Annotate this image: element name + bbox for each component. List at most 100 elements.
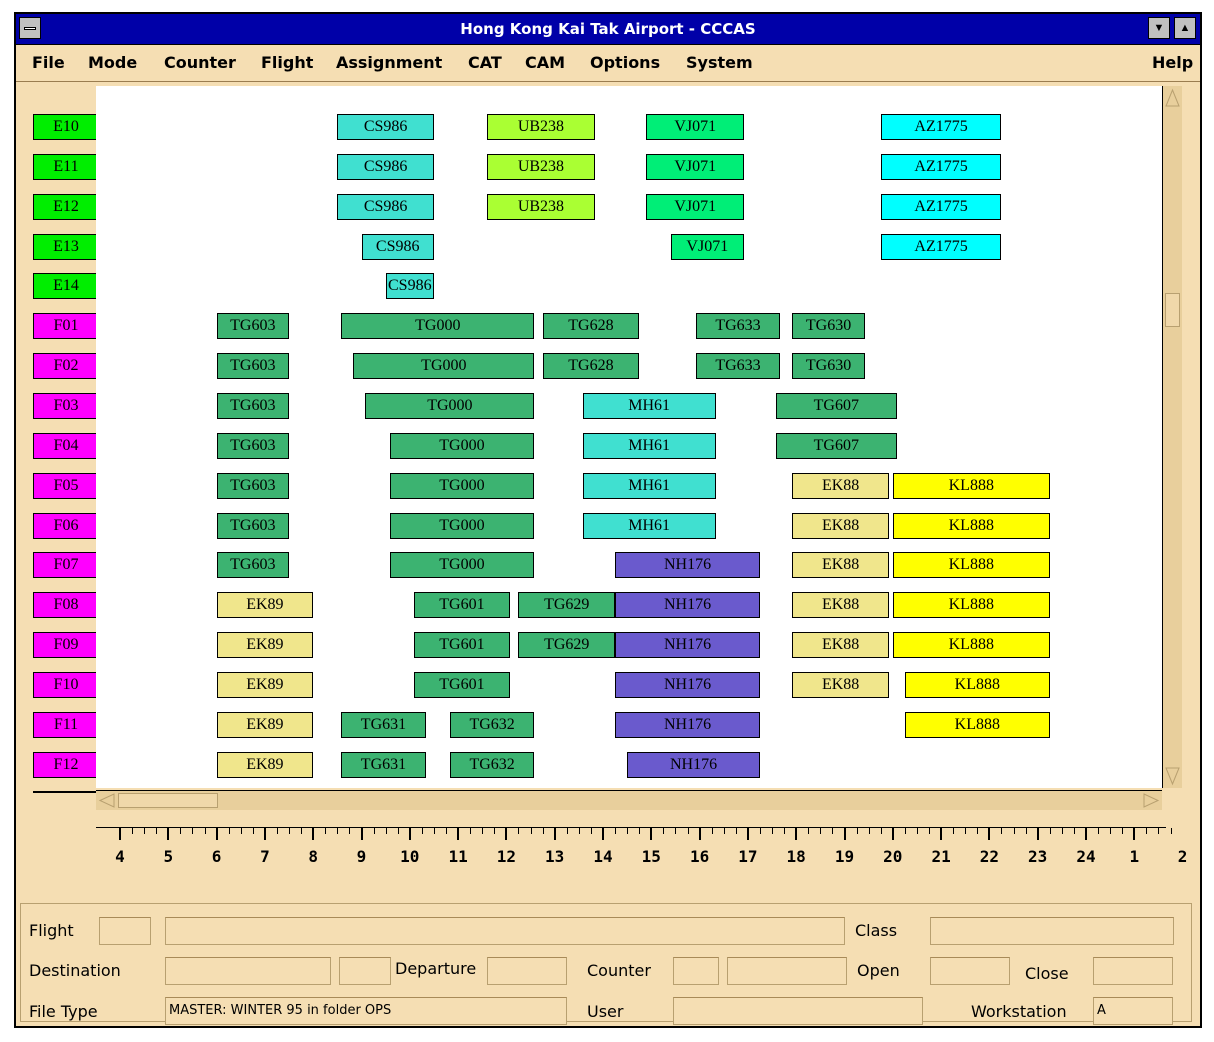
scroll-down-icon[interactable] (1163, 764, 1182, 788)
flight-bar-tg000[interactable]: TG000 (389, 472, 535, 499)
flight-bar-mh61[interactable]: MH61 (582, 512, 716, 539)
flight-bar-tg629[interactable]: TG629 (518, 592, 616, 619)
flight-bar-tg630[interactable]: TG630 (792, 353, 865, 380)
flight-description-field[interactable] (165, 917, 845, 945)
minimize-icon[interactable]: ▼ (1148, 17, 1170, 39)
counter-label-f10[interactable]: F10 (33, 671, 99, 698)
flight-bar-ek89[interactable]: EK89 (216, 632, 314, 659)
counter-label-e13[interactable]: E13 (33, 233, 99, 260)
flight-bar-kl888[interactable]: KL888 (892, 512, 1050, 539)
flight-bar-cs986[interactable]: CS986 (385, 273, 434, 300)
title-bar[interactable]: Hong Kong Kai Tak Airport - CCCAS ▼ ▲ (16, 14, 1200, 45)
counter-label-e12[interactable]: E12 (33, 193, 99, 220)
menu-cat[interactable]: CAT (468, 45, 502, 81)
vertical-scrollbar[interactable] (1162, 86, 1182, 788)
flight-bar-tg601[interactable]: TG601 (413, 671, 511, 698)
counter-label-f05[interactable]: F05 (33, 472, 99, 499)
counter-label-f03[interactable]: F03 (33, 392, 99, 419)
open-field[interactable] (930, 957, 1010, 985)
flight-bar-ub238[interactable]: UB238 (487, 153, 595, 180)
counter-from-field[interactable] (673, 957, 719, 985)
flight-bar-kl888[interactable]: KL888 (904, 711, 1050, 738)
flight-bar-tg632[interactable]: TG632 (449, 751, 535, 778)
flight-bar-tg632[interactable]: TG632 (449, 711, 535, 738)
flight-code-field[interactable] (99, 917, 151, 945)
flight-bar-kl888[interactable]: KL888 (892, 552, 1050, 579)
flight-bar-tg633[interactable]: TG633 (695, 313, 781, 340)
close-field[interactable] (1093, 957, 1173, 985)
flight-bar-mh61[interactable]: MH61 (582, 472, 716, 499)
flight-bar-tg603[interactable]: TG603 (216, 432, 290, 459)
counter-label-f13[interactable]: F13 (33, 791, 99, 794)
flight-bar-tg629[interactable]: TG629 (518, 632, 616, 659)
menu-system[interactable]: System (686, 45, 753, 81)
flight-bar-tg607[interactable]: TG607 (775, 392, 897, 419)
flight-bar-nh176[interactable]: NH176 (627, 751, 760, 778)
flight-bar-tg000[interactable]: TG000 (353, 353, 535, 380)
flight-bar-tg000[interactable]: TG000 (389, 432, 535, 459)
flight-bar-ek89[interactable]: EK89 (216, 711, 314, 738)
counter-label-f06[interactable]: F06 (33, 512, 99, 539)
flight-bar-tg631[interactable]: TG631 (341, 751, 426, 778)
flight-bar-ub238[interactable]: UB238 (487, 193, 595, 220)
counter-label-f12[interactable]: F12 (33, 751, 99, 778)
flight-bar-ek88[interactable]: EK88 (792, 671, 889, 698)
menu-options[interactable]: Options (590, 45, 660, 81)
flight-bar-ek89[interactable]: EK89 (216, 671, 314, 698)
flight-bar-ek88[interactable]: EK88 (792, 472, 889, 499)
flight-bar-mh61[interactable]: MH61 (582, 392, 716, 419)
flight-bar-kl888[interactable]: KL888 (904, 671, 1050, 698)
counter-label-f07[interactable]: F07 (33, 552, 99, 579)
flight-bar-cs986[interactable]: CS986 (337, 153, 434, 180)
flight-bar-tg628[interactable]: TG628 (542, 353, 640, 380)
flight-bar-tg607[interactable]: TG607 (775, 432, 897, 459)
assignment-chart[interactable]: CS986 UB238 VJ071 AZ1775 CS986 UB238 VJ071 AZ17… (96, 86, 1162, 788)
flight-bar-ek89[interactable]: EK89 (216, 592, 314, 619)
flight-bar-kl888[interactable]: KL888 (892, 632, 1050, 659)
flight-bar-ek88[interactable]: EK88 (792, 552, 889, 579)
flight-bar-tg603[interactable]: TG603 (216, 313, 290, 340)
flight-bar-ek89[interactable]: EK89 (216, 751, 314, 778)
horizontal-scrollbar[interactable] (96, 790, 1162, 810)
menu-cam[interactable]: CAM (525, 45, 565, 81)
flight-bar-tg601[interactable]: TG601 (413, 632, 511, 659)
menu-assignment[interactable]: Assignment (336, 45, 442, 81)
flight-bar-vj071[interactable]: VJ071 (646, 114, 745, 140)
flight-bar-tg603[interactable]: TG603 (216, 353, 290, 380)
flight-bar-cs986[interactable]: CS986 (361, 233, 434, 260)
flight-bar-tg601[interactable]: TG601 (413, 592, 511, 619)
flight-bar-ek88[interactable]: EK88 (792, 592, 889, 619)
menu-file[interactable]: File (32, 45, 65, 81)
flight-bar-tg000[interactable]: TG000 (389, 552, 535, 579)
flight-bar-tg603[interactable]: TG603 (216, 472, 290, 499)
user-field[interactable] (673, 997, 923, 1025)
counter-label-e11[interactable]: E11 (33, 153, 99, 180)
flight-bar-ek88[interactable]: EK88 (792, 512, 889, 539)
counter-label-e14[interactable]: E14 (33, 273, 99, 300)
class-field[interactable] (930, 917, 1174, 945)
flight-bar-tg630[interactable]: TG630 (792, 313, 865, 340)
flight-bar-cs986[interactable]: CS986 (337, 193, 434, 220)
menu-counter[interactable]: Counter (164, 45, 236, 81)
flight-bar-tg000[interactable]: TG000 (341, 313, 535, 340)
workstation-field[interactable]: A (1093, 997, 1173, 1025)
destination-field[interactable] (165, 957, 331, 985)
counter-to-field[interactable] (727, 957, 847, 985)
counter-label-f02[interactable]: F02 (33, 353, 99, 380)
scroll-right-icon[interactable] (1142, 791, 1162, 810)
flight-bar-tg603[interactable]: TG603 (216, 392, 290, 419)
flight-bar-ub238[interactable]: UB238 (487, 114, 595, 140)
flight-bar-kl888[interactable]: KL888 (892, 472, 1050, 499)
flight-bar-nh176[interactable]: NH176 (615, 671, 760, 698)
flight-bar-tg000[interactable]: TG000 (389, 512, 535, 539)
menu-help[interactable]: Help (1152, 45, 1193, 81)
flight-bar-nh176[interactable]: NH176 (615, 592, 760, 619)
scroll-up-icon[interactable] (1163, 86, 1182, 110)
destination-code-field[interactable] (339, 957, 391, 985)
counter-label-f04[interactable]: F04 (33, 432, 99, 459)
flight-bar-cs986[interactable]: CS986 (337, 114, 434, 140)
flight-bar-nh176[interactable]: NH176 (615, 711, 760, 738)
counter-label-f11[interactable]: F11 (33, 711, 99, 738)
flight-bar-tg000[interactable]: TG000 (365, 392, 535, 419)
counter-label-f08[interactable]: F08 (33, 592, 99, 619)
